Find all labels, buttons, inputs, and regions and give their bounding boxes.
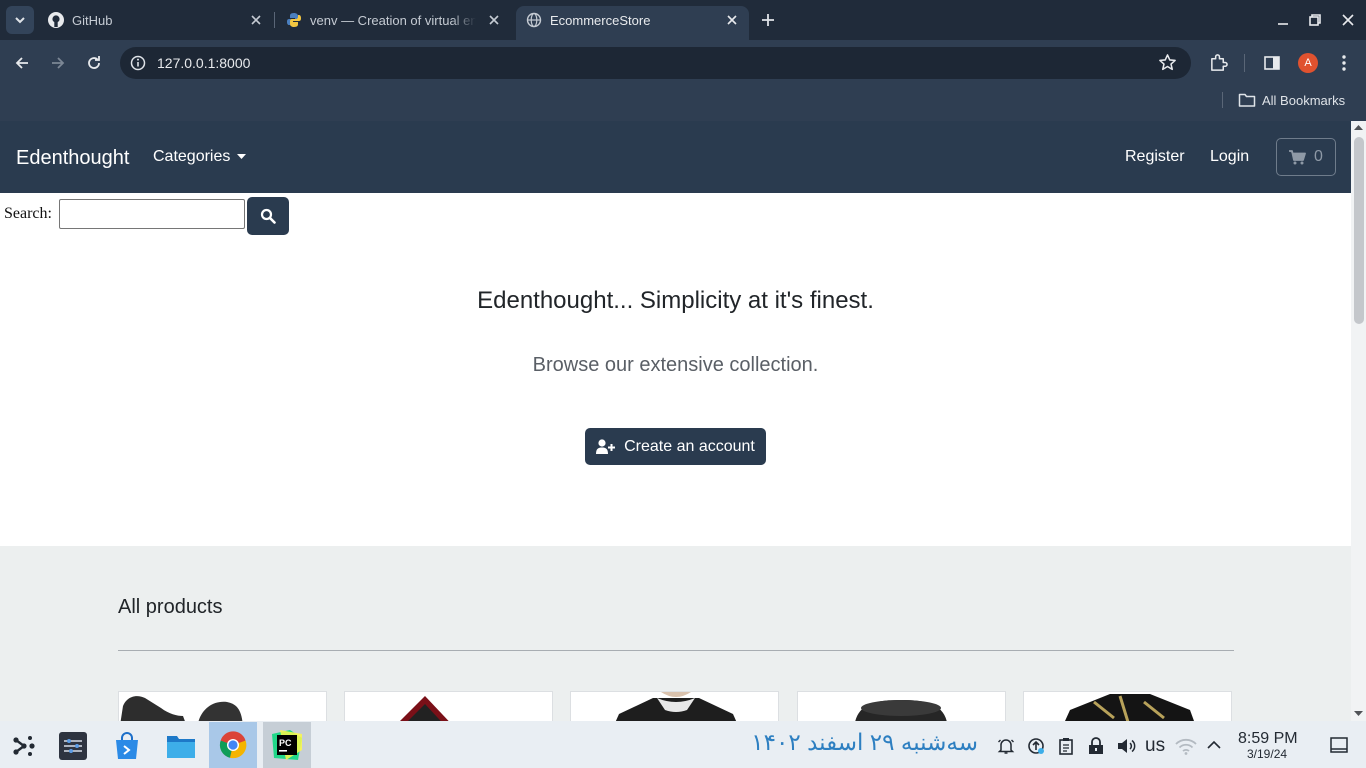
software-store-button[interactable] xyxy=(103,724,151,768)
brand-logo-link[interactable]: Edenthought xyxy=(16,147,129,170)
product-image xyxy=(1065,694,1194,721)
search-label: Search: xyxy=(4,205,52,222)
products-divider xyxy=(118,650,1234,651)
login-link[interactable]: Login xyxy=(1210,148,1249,166)
register-link[interactable]: Register xyxy=(1125,148,1185,166)
site-info-icon[interactable] xyxy=(129,54,147,72)
chevron-down-icon xyxy=(15,17,25,24)
close-window-icon[interactable] xyxy=(1341,13,1355,27)
app-launcher-button[interactable] xyxy=(0,724,48,768)
clock-date[interactable]: 3/19/24 xyxy=(1247,747,1287,761)
github-icon xyxy=(48,12,64,28)
show-desktop-icon[interactable] xyxy=(1329,736,1349,754)
bookmarks-divider xyxy=(1222,92,1223,108)
profile-initial: A xyxy=(1304,57,1312,69)
tab-title: GitHub xyxy=(72,13,113,28)
folder-icon xyxy=(1238,93,1256,107)
product-image xyxy=(855,700,947,721)
bookmarks-bar xyxy=(0,84,1366,121)
product-card[interactable] xyxy=(344,691,553,721)
search-icon xyxy=(260,208,276,224)
close-icon[interactable] xyxy=(724,12,740,28)
system-settings-icon xyxy=(59,732,87,760)
pycharm-app-button[interactable]: PC xyxy=(263,722,311,768)
side-panel-icon[interactable] xyxy=(1263,54,1281,72)
site-navbar: Edenthought Categories Register Login 0 xyxy=(0,121,1351,193)
address-bar[interactable] xyxy=(120,47,1191,79)
product-image xyxy=(120,696,243,721)
chrome-app-button[interactable] xyxy=(209,722,257,768)
minimize-icon[interactable] xyxy=(1276,13,1290,27)
globe-icon xyxy=(526,12,542,28)
product-image xyxy=(400,696,449,721)
tab-github[interactable]: GitHub xyxy=(38,0,274,40)
toolbar-divider xyxy=(1244,54,1245,72)
wifi-icon[interactable] xyxy=(1175,738,1197,755)
scroll-up-arrow-icon[interactable] xyxy=(1354,124,1363,130)
star-bookmark-icon[interactable] xyxy=(1158,53,1177,72)
categories-label: Categories xyxy=(153,148,231,165)
tab-venv[interactable]: venv — Creation of virtual environments xyxy=(276,0,512,40)
categories-dropdown[interactable]: Categories xyxy=(153,148,247,166)
pycharm-icon: PC xyxy=(272,730,302,760)
update-status-icon[interactable] xyxy=(1027,737,1045,755)
tab-title: EcommerceStore xyxy=(550,13,651,28)
products-section: All products xyxy=(0,546,1351,721)
tab-search-button[interactable] xyxy=(6,6,34,34)
tab-separator xyxy=(274,12,275,28)
caret-down-icon xyxy=(237,154,247,159)
scroll-down-arrow-icon[interactable] xyxy=(1354,711,1363,717)
kebab-menu-icon[interactable] xyxy=(1335,53,1353,73)
product-card[interactable] xyxy=(570,691,779,721)
products-heading: All products xyxy=(118,596,223,618)
product-card[interactable] xyxy=(1023,691,1232,721)
volume-icon[interactable] xyxy=(1116,737,1136,755)
vault-lock-icon[interactable] xyxy=(1087,737,1105,755)
product-card[interactable] xyxy=(797,691,1006,721)
file-manager-button[interactable] xyxy=(157,724,205,768)
web-page: Edenthought Categories Register Login 0 … xyxy=(0,121,1351,721)
create-account-label: Create an account xyxy=(624,437,755,455)
user-plus-icon xyxy=(596,439,616,454)
reload-icon[interactable] xyxy=(85,54,103,72)
hero-title: Edenthought... Simplicity at it's finest… xyxy=(477,287,874,314)
forward-arrow-icon[interactable] xyxy=(49,54,67,72)
url-text[interactable]: 127.0.0.1:8000 xyxy=(157,55,250,71)
notification-bell-icon[interactable] xyxy=(997,737,1015,755)
keyboard-layout-indicator[interactable]: us xyxy=(1145,735,1165,757)
clock-time[interactable]: 8:59 PM xyxy=(1238,730,1298,748)
hero-subtitle: Browse our extensive collection. xyxy=(532,354,819,376)
clipboard-icon[interactable] xyxy=(1058,737,1074,755)
cart-count: 0 xyxy=(1314,148,1323,165)
folder-app-icon xyxy=(167,736,195,758)
launcher-icon xyxy=(13,736,35,756)
profile-avatar[interactable]: A xyxy=(1298,53,1318,73)
all-bookmarks-label: All Bookmarks xyxy=(1262,92,1346,108)
restore-icon[interactable] xyxy=(1308,13,1322,27)
search-input[interactable] xyxy=(59,199,245,229)
python-icon xyxy=(287,13,301,27)
scrollbar-thumb[interactable] xyxy=(1354,137,1364,324)
close-icon[interactable] xyxy=(486,12,502,28)
all-bookmarks-button[interactable]: All Bookmarks xyxy=(1238,90,1345,110)
svg-text:PC: PC xyxy=(279,738,292,748)
tab-title: venv — Creation of virtual environments xyxy=(310,13,476,28)
shopping-cart-icon xyxy=(1289,149,1306,164)
chrome-icon xyxy=(219,731,247,759)
new-tab-plus-icon[interactable] xyxy=(759,11,777,29)
back-arrow-icon[interactable] xyxy=(13,54,31,72)
tab-ecommercestore[interactable]: EcommerceStore xyxy=(516,6,749,40)
cart-button[interactable]: 0 xyxy=(1276,138,1336,176)
shopping-bag-icon xyxy=(116,732,138,759)
close-icon[interactable] xyxy=(248,12,264,28)
extensions-puzzle-icon[interactable] xyxy=(1209,53,1228,72)
product-card[interactable] xyxy=(118,691,327,721)
system-tray-expand-icon[interactable] xyxy=(1206,739,1222,751)
create-account-button[interactable]: Create an account xyxy=(585,428,766,465)
persian-calendar-date[interactable]: سه‌شنبه ۲۹ اسفند ۱۴۰۲ xyxy=(700,729,978,756)
settings-app-button[interactable] xyxy=(49,724,97,768)
product-image xyxy=(615,692,737,721)
search-button[interactable] xyxy=(247,197,289,235)
